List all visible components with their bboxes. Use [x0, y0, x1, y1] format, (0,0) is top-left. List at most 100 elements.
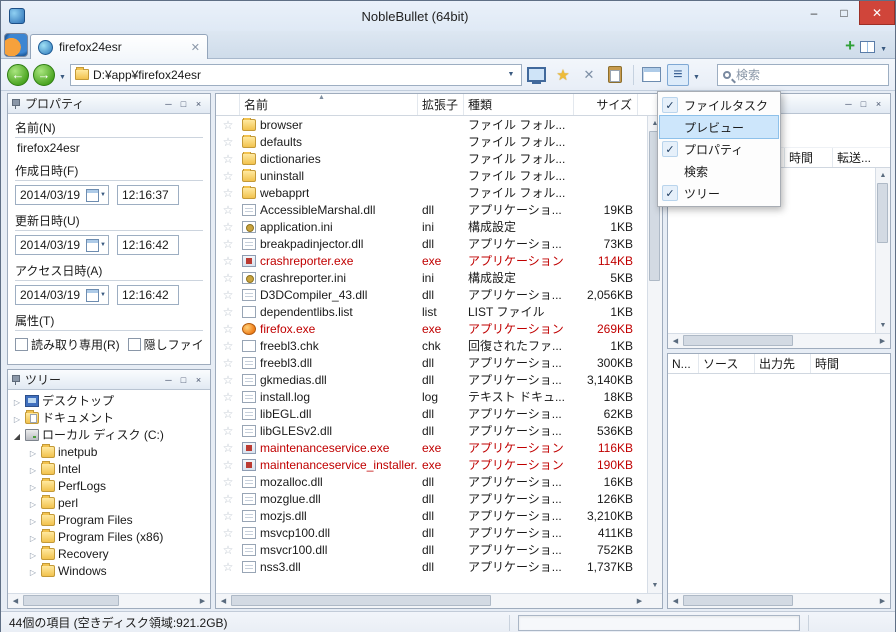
favorite-star-icon[interactable]	[216, 475, 240, 489]
panel-close-icon[interactable]: ×	[191, 373, 206, 387]
created-date-picker[interactable]: 2014/03/19	[15, 185, 109, 205]
scroll-right-icon[interactable]: ▶	[875, 334, 890, 348]
updated-time-field[interactable]: 12:16:42	[117, 235, 179, 255]
calendar-dropdown-icon[interactable]	[86, 239, 106, 252]
tree-expander-icon[interactable]	[28, 496, 38, 510]
tree-item[interactable]: ドキュメント	[8, 409, 210, 426]
scroll-left-icon[interactable]: ◀	[8, 594, 23, 608]
tree-item[interactable]: Windows	[8, 562, 210, 579]
panel-float-icon[interactable]: ─	[841, 97, 856, 111]
file-row[interactable]: freebl3.chk chk 回復されたファ... 1KB	[216, 337, 647, 354]
scroll-down-icon[interactable]: ▼	[648, 578, 662, 593]
file-list-horizontal-scrollbar[interactable]: ◀ ▶	[216, 593, 647, 608]
forward-button[interactable]	[33, 63, 55, 86]
file-row[interactable]: firefox.exe exe アプリケーション 269KB	[216, 320, 647, 337]
scroll-left-icon[interactable]: ◀	[668, 334, 683, 348]
tab-list-dropdown-icon[interactable]	[880, 40, 887, 54]
file-row[interactable]: mozglue.dll dll アプリケーショ... 126KB	[216, 490, 647, 507]
favorite-star-icon[interactable]	[216, 390, 240, 404]
close-folder-button[interactable]	[578, 64, 600, 86]
favorite-star-icon[interactable]	[216, 237, 240, 251]
hidden-checkbox[interactable]: 隠しファイル(I)	[127, 336, 203, 353]
favorite-star-icon[interactable]	[216, 441, 240, 455]
column-header[interactable]: ソース	[698, 354, 754, 373]
favorite-star-icon[interactable]	[216, 560, 240, 574]
tree-item[interactable]: Intel	[8, 460, 210, 477]
panel-menu-item[interactable]: プレビュー	[659, 115, 779, 139]
favorite-star-icon[interactable]	[216, 186, 240, 200]
tree-item[interactable]: inetpub	[8, 443, 210, 460]
tree-expander-icon[interactable]	[12, 411, 22, 425]
panel-menu-item[interactable]: ファイルタスク	[660, 94, 778, 116]
paste-button[interactable]	[604, 64, 626, 86]
column-header[interactable]: 時間	[784, 148, 832, 167]
scroll-up-icon[interactable]: ▲	[876, 168, 890, 183]
tree-expander-icon[interactable]	[12, 394, 22, 408]
search-input[interactable]	[736, 67, 891, 82]
file-row[interactable]: maintenanceservice_installer... exe アプリケ…	[216, 456, 647, 473]
history-dropdown-icon[interactable]	[59, 68, 66, 82]
favorite-star-icon[interactable]	[216, 543, 240, 557]
address-bar[interactable]	[69, 63, 522, 86]
scroll-right-icon[interactable]: ▶	[632, 594, 647, 608]
file-row[interactable]: defaults ファイル フォル...	[216, 133, 647, 150]
file-row[interactable]: dependentlibs.list list LIST ファイル 1KB	[216, 303, 647, 320]
column-header-type[interactable]: 種類	[464, 94, 574, 115]
file-row[interactable]: libEGL.dll dll アプリケーショ... 62KB	[216, 405, 647, 422]
scroll-right-icon[interactable]: ▶	[875, 594, 890, 608]
created-time-field[interactable]: 12:16:37	[117, 185, 179, 205]
accessed-time-field[interactable]: 12:16:42	[117, 285, 179, 305]
file-row[interactable]: crashreporter.ini ini 構成設定 5KB	[216, 269, 647, 286]
panel-close-icon[interactable]: ×	[871, 97, 886, 111]
file-row[interactable]: libGLESv2.dll dll アプリケーショ... 536KB	[216, 422, 647, 439]
readonly-checkbox[interactable]: 読み取り専用(R)	[15, 336, 120, 353]
app-logo-icon[interactable]	[4, 33, 28, 57]
maximize-button[interactable]: □	[829, 1, 859, 25]
queue-horizontal-scrollbar[interactable]: ◀ ▶	[668, 593, 890, 608]
tree-item[interactable]: ローカル ディスク (C:)	[8, 426, 210, 443]
close-button[interactable]: ✕	[859, 1, 895, 25]
column-header-name[interactable]: 名前 ▲	[240, 94, 418, 115]
scrollbar-thumb[interactable]	[23, 595, 119, 606]
column-header[interactable]: N...	[668, 354, 698, 373]
favorite-star-icon[interactable]	[216, 271, 240, 285]
favorite-star-icon[interactable]	[216, 407, 240, 421]
favorite-star-icon[interactable]	[216, 492, 240, 506]
favorite-star-icon[interactable]	[216, 509, 240, 523]
checkbox-icon[interactable]	[15, 338, 28, 351]
panel-popout-icon[interactable]: □	[176, 97, 191, 111]
panel-popout-icon[interactable]: □	[176, 373, 191, 387]
file-row[interactable]: dictionaries ファイル フォル...	[216, 150, 647, 167]
favorite-star-icon[interactable]	[216, 424, 240, 438]
tree-item[interactable]: Program Files	[8, 511, 210, 528]
pin-icon[interactable]	[12, 375, 21, 385]
scrollbar-thumb[interactable]	[683, 595, 793, 606]
tree-expander-icon[interactable]	[28, 462, 38, 476]
tree-expander-icon[interactable]	[28, 513, 38, 527]
tree-expander-icon[interactable]	[28, 530, 38, 544]
tree-item[interactable]: PerfLogs	[8, 477, 210, 494]
favorite-star-icon[interactable]	[216, 322, 240, 336]
column-header-star[interactable]	[216, 94, 240, 115]
panel-menu-item[interactable]: 検索	[660, 160, 778, 182]
file-row[interactable]: maintenanceservice.exe exe アプリケーション 116K…	[216, 439, 647, 456]
panel-menu-item[interactable]: プロパティ	[660, 138, 778, 160]
file-row[interactable]: AccessibleMarshal.dll dll アプリケーショ... 19K…	[216, 201, 647, 218]
file-row[interactable]: application.ini ini 構成設定 1KB	[216, 218, 647, 235]
minimize-button[interactable]: –	[799, 1, 829, 25]
file-row[interactable]: mozjs.dll dll アプリケーショ... 3,210KB	[216, 507, 647, 524]
column-header[interactable]: 時間	[810, 354, 854, 373]
tab-firefox24esr[interactable]: firefox24esr ✕	[30, 34, 208, 59]
file-row[interactable]: breakpadinjector.dll dll アプリケーショ... 73KB	[216, 235, 647, 252]
panel-float-icon[interactable]: ─	[161, 373, 176, 387]
pin-icon[interactable]	[12, 99, 21, 109]
accessed-date-picker[interactable]: 2014/03/19	[15, 285, 109, 305]
scroll-left-icon[interactable]: ◀	[668, 594, 683, 608]
calendar-dropdown-icon[interactable]	[86, 189, 106, 202]
tree-item[interactable]: Recovery	[8, 545, 210, 562]
panel-menu-button[interactable]	[666, 63, 689, 86]
file-row[interactable]: uninstall ファイル フォル...	[216, 167, 647, 184]
file-row[interactable]: nss3.dll dll アプリケーショ... 1,737KB	[216, 558, 647, 575]
favorite-star-icon[interactable]	[216, 135, 240, 149]
scroll-down-icon[interactable]: ▼	[876, 318, 890, 333]
